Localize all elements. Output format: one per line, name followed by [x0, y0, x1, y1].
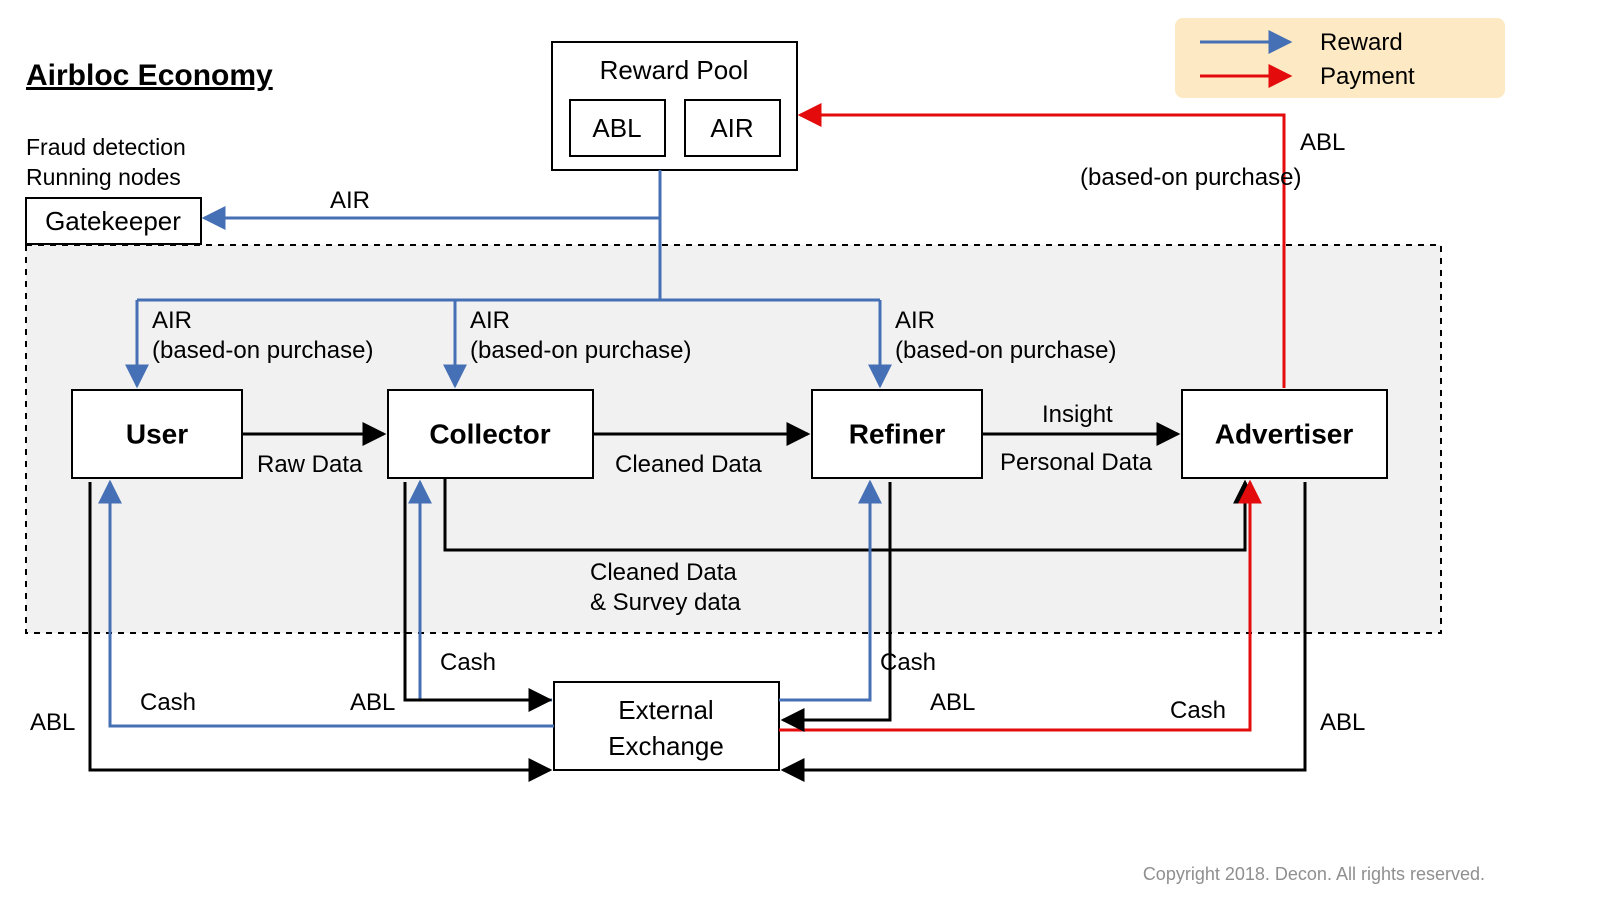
edge-abl-adv2: ABL	[1320, 709, 1365, 736]
edge-air-coll-l1: AIR	[470, 307, 510, 334]
collector-label: Collector	[429, 418, 550, 449]
edge-air-ref-l1: AIR	[895, 307, 935, 334]
edge-abl-coll: ABL	[350, 689, 395, 716]
external-exchange-node: External Exchange	[554, 682, 779, 770]
edge-air-coll-l2: (based-on purchase)	[470, 337, 691, 364]
exchange-label1: External	[618, 695, 713, 725]
edge-cash-ref: Cash	[880, 649, 936, 676]
edge-cs2: & Survey data	[590, 589, 741, 616]
edge-air-gk: AIR	[330, 187, 370, 214]
advertiser-label: Advertiser	[1215, 418, 1354, 449]
edge-cs1: Cleaned Data	[590, 559, 737, 586]
air-token-label: AIR	[710, 113, 753, 143]
diagram-canvas: Reward Payment Airbloc Economy Fraud det…	[0, 0, 1610, 916]
advertiser-node: Advertiser	[1182, 390, 1387, 478]
edge-cleaneddata: Cleaned Data	[615, 451, 762, 478]
reward-pool-label: Reward Pool	[600, 55, 749, 85]
edge-cash-adv: Cash	[1170, 697, 1226, 724]
refiner-label: Refiner	[849, 418, 946, 449]
edge-personaldata: Personal Data	[1000, 449, 1153, 476]
legend-reward: Reward	[1320, 29, 1403, 56]
abl-token-label: ABL	[592, 113, 641, 143]
collector-node: Collector	[388, 390, 593, 478]
copyright: Copyright 2018. Decon. All rights reserv…	[1143, 864, 1485, 884]
edge-abl-ref: ABL	[930, 689, 975, 716]
gatekeeper-note1: Fraud detection	[26, 134, 186, 160]
gatekeeper-note2: Running nodes	[26, 164, 181, 190]
edge-air-ref-l2: (based-on purchase)	[895, 337, 1116, 364]
legend-payment: Payment	[1320, 63, 1415, 90]
edge-abl-user: ABL	[30, 709, 75, 736]
edge-insight: Insight	[1042, 401, 1113, 428]
legend: Reward Payment	[1175, 18, 1505, 98]
edge-cash-user: Cash	[140, 689, 196, 716]
gatekeeper-node: Gatekeeper	[26, 198, 201, 244]
edge-abl-adv-l2: (based-on purchase)	[1080, 164, 1301, 191]
diagram-title: Airbloc Economy	[26, 59, 273, 92]
user-label: User	[126, 418, 188, 449]
reward-pool-node: Reward Pool ABL AIR	[552, 42, 797, 170]
edge-cash-coll: Cash	[440, 649, 496, 676]
edge-abl-adv-l1: ABL	[1300, 129, 1345, 156]
gatekeeper-label: Gatekeeper	[45, 206, 181, 236]
edge-rawdata: Raw Data	[257, 451, 363, 478]
arrow-rewardpool-gatekeeper	[204, 170, 660, 218]
edge-air-user-l1: AIR	[152, 307, 192, 334]
edge-air-user-l2: (based-on purchase)	[152, 337, 373, 364]
exchange-label2: Exchange	[608, 731, 724, 761]
user-node: User	[72, 390, 242, 478]
refiner-node: Refiner	[812, 390, 982, 478]
